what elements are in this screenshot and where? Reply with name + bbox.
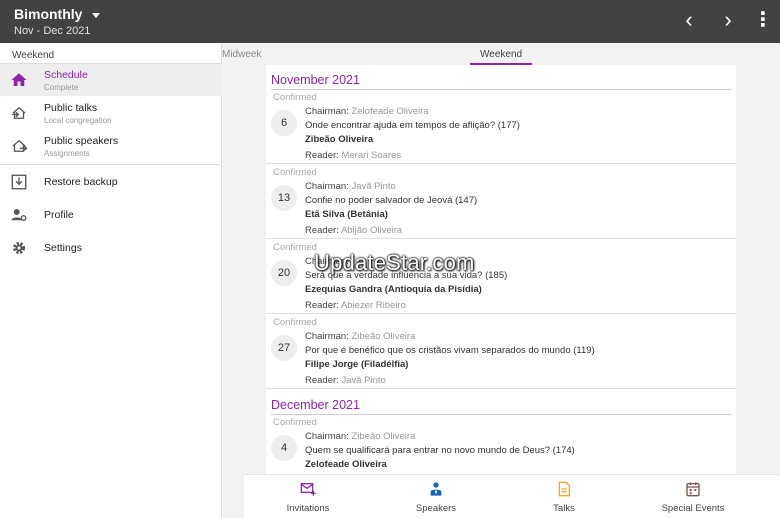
divider [0, 164, 222, 165]
sidebar-item-label: Public talks [44, 102, 98, 114]
chairman-line: Chairman: Zibeão Oliveira [305, 431, 416, 442]
chairman-line: Chairman: Javã Pinto [305, 181, 396, 192]
person-settings-icon [11, 209, 27, 221]
chevron-left-icon[interactable]: ‹ [678, 9, 700, 32]
chairman-line: Chairman: Zibeão Oliveira [305, 331, 416, 342]
reader-line: Reader: Javã Pinto [305, 375, 386, 386]
talk-title: Confie no poder salvador de Jeová (147) [305, 195, 478, 206]
status-label: Confirmed [273, 242, 317, 253]
speaker-name: Ezequias Gandra (Antioquia da Pisídia) [305, 284, 482, 295]
sidebar: Weekend Schedule Complete Public talks L… [0, 43, 222, 518]
talk-title: Por que é benéfico que os cristãos vivam… [305, 345, 595, 356]
status-label: Confirmed [273, 417, 317, 428]
speaker-name: Zelofeade Oliveira [305, 459, 387, 470]
chairman-line: Chairman: Zelofeade Oliveira [305, 106, 429, 117]
reader-line: Reader: Merari Soares [305, 150, 402, 161]
status-label: Confirmed [273, 167, 317, 178]
meeting-card[interactable]: Confirmed 13 Chairman: Javã Pinto Confie… [266, 164, 736, 239]
sidebar-item-label: Schedule [44, 69, 88, 81]
bottom-nav-label: Speakers [415, 503, 457, 514]
meeting-card[interactable]: Confirmed 4 Chairman: Zibeão Oliveira Qu… [266, 414, 736, 475]
sidebar-item-sub: Local congregation [44, 116, 112, 125]
app-title[interactable]: Bimonthly [14, 6, 82, 22]
sidebar-item-label: Profile [44, 209, 74, 221]
sidebar-item-settings[interactable]: Settings [0, 232, 222, 264]
sidebar-section-label: Weekend [12, 50, 55, 61]
sidebar-item-sub: Complete [44, 83, 79, 92]
period-subtitle[interactable]: Nov - Dec 2021 [14, 25, 90, 37]
sidebar-item-label: Public speakers [44, 135, 119, 147]
day-badge: 4 [271, 435, 297, 461]
sidebar-item-sub: Assignments [44, 149, 90, 158]
download-icon [11, 174, 27, 190]
day-badge: 13 [271, 185, 297, 211]
status-label: Confirmed [273, 317, 317, 328]
sidebar-item-schedule[interactable]: Schedule Complete [0, 64, 222, 96]
logout-icon [12, 139, 28, 152]
reader-line: Reader: Abiezer Ribeiro [305, 300, 406, 311]
app-bar: Bimonthly Nov - Dec 2021 ‹ › ⋮ [0, 0, 780, 43]
status-label: Confirmed [273, 92, 317, 103]
sidebar-item-profile[interactable]: Profile [0, 199, 222, 231]
speaker-name: Filipe Jorge (Filadélfia) [305, 359, 409, 370]
talk-title: Quem se qualificará para entrar no novo … [305, 445, 575, 456]
bottom-nav-label: Invitations [286, 503, 330, 514]
day-badge: 27 [271, 335, 297, 361]
gear-icon [13, 242, 25, 254]
bottom-nav-talks[interactable]: Talks [509, 475, 619, 518]
document-icon [558, 481, 570, 497]
login-icon [12, 106, 26, 119]
day-badge: 6 [271, 110, 297, 136]
speaker-person-icon [430, 482, 442, 496]
month-header: November 2021 [271, 73, 360, 87]
bottom-nav-speakers[interactable]: Speakers [381, 475, 491, 518]
caret-down-icon[interactable] [92, 13, 100, 18]
speaker-name: Etã Silva (Betânia) [305, 209, 388, 220]
tab-midweek[interactable]: Midweek [222, 49, 261, 60]
bottom-nav: Invitations Speakers Talks Special Event… [244, 474, 780, 518]
bottom-nav-label: Talks [553, 503, 575, 514]
calendar-icon [686, 482, 700, 497]
sidebar-item-restore-backup[interactable]: Restore backup [0, 166, 222, 198]
sidebar-item-label: Restore backup [44, 176, 118, 188]
month-header: December 2021 [271, 398, 360, 412]
reader-line: Reader: Abijão Oliveira [305, 225, 403, 236]
bottom-nav-special-events[interactable]: Special Events [638, 475, 748, 518]
sidebar-item-public-speakers[interactable]: Public speakers Assignments [0, 130, 222, 162]
speaker-name: Zibeão Oliveira [305, 134, 374, 145]
bottom-nav-label: Special Events [661, 503, 725, 514]
meeting-card[interactable]: Confirmed 6 Chairman: Zelofeade Oliveira… [266, 89, 736, 164]
mail-plus-icon [300, 483, 316, 496]
meeting-card[interactable]: Confirmed 27 Chairman: Zibeão Oliveira P… [266, 314, 736, 389]
watermark-text: UpdateStar.com [314, 250, 475, 275]
tab-weekend[interactable]: Weekend [480, 49, 522, 60]
chevron-right-icon[interactable]: › [717, 9, 739, 32]
more-vert-icon[interactable]: ⋮ [752, 10, 774, 32]
talk-title: Onde encontrar ajuda em tempos de afliçã… [305, 120, 520, 131]
day-badge: 20 [271, 260, 297, 286]
meeting-tabs: Midweek Weekend [222, 43, 780, 65]
bottom-nav-invitations[interactable]: Invitations [253, 475, 363, 518]
home-icon [11, 73, 27, 86]
sidebar-item-public-talks[interactable]: Public talks Local congregation [0, 97, 222, 129]
sidebar-item-label: Settings [44, 242, 82, 254]
